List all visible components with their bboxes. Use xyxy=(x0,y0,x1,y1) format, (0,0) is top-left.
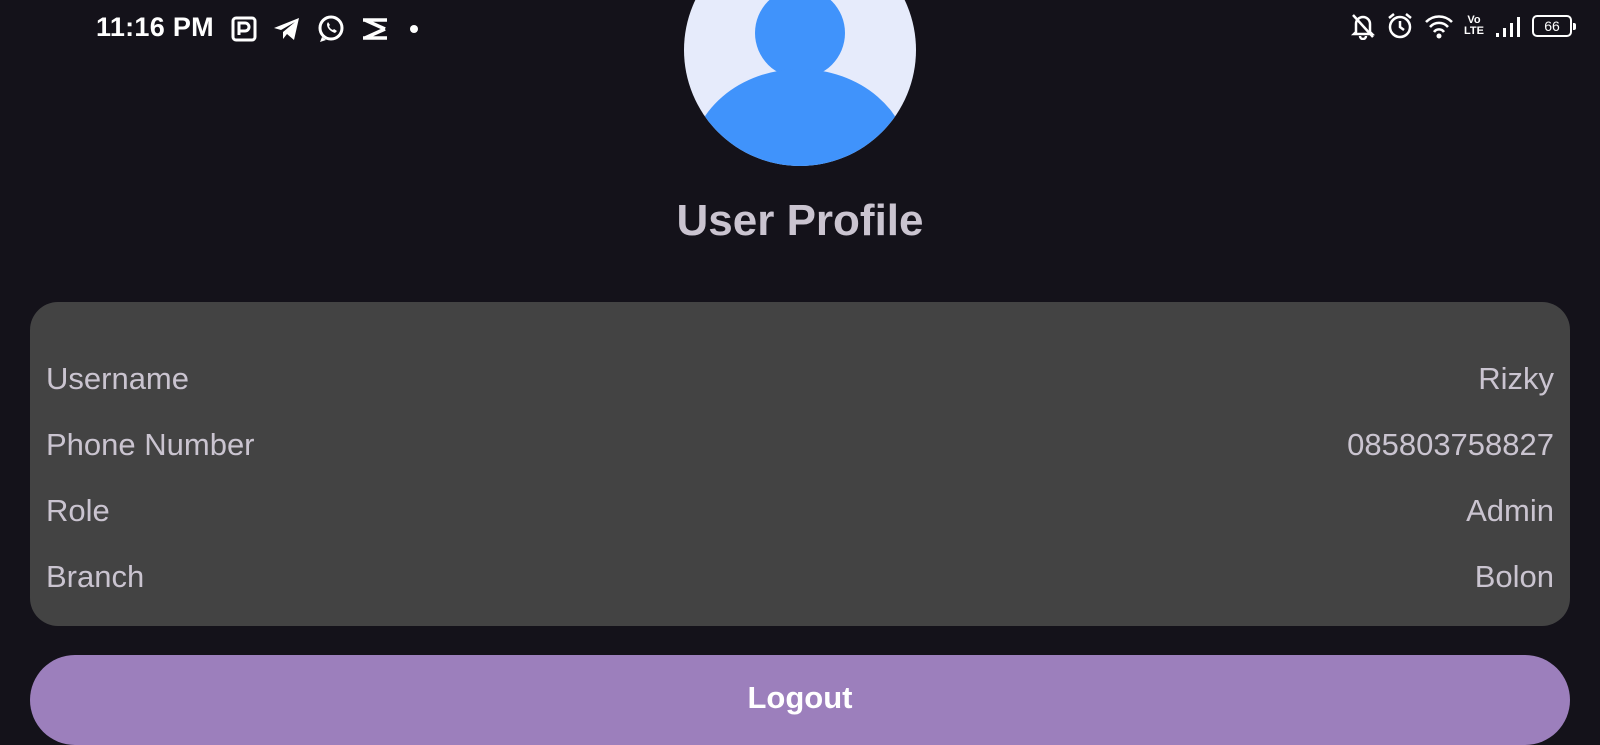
phone-number-row: Phone Number 085803758827 xyxy=(30,412,1570,478)
username-value: Rizky xyxy=(1478,361,1554,396)
page-title: User Profile xyxy=(676,196,924,245)
capcut-icon xyxy=(360,16,390,42)
battery-icon: 66 xyxy=(1532,15,1576,37)
avatar-body-shape xyxy=(690,69,910,166)
branch-value: Bolon xyxy=(1474,559,1554,594)
signal-icon xyxy=(1494,13,1522,39)
profile-info-card: Username Rizky Phone Number 085803758827… xyxy=(30,302,1570,626)
branch-row: Branch Bolon xyxy=(30,544,1570,610)
avatar-head-shape xyxy=(755,0,845,78)
telegram-icon xyxy=(272,15,302,43)
phone-number-label: Phone Number xyxy=(46,427,255,462)
avatar xyxy=(684,0,916,166)
dot-icon xyxy=(404,15,424,43)
role-label: Role xyxy=(46,493,110,528)
parking-app-icon xyxy=(230,15,258,43)
volte-icon: Vo LTE xyxy=(1464,15,1484,37)
username-row: Username Rizky xyxy=(30,346,1570,412)
logout-button[interactable]: Logout xyxy=(30,655,1570,745)
whatsapp-icon xyxy=(316,14,346,44)
phone-number-value: 085803758827 xyxy=(1347,427,1554,462)
alarm-icon xyxy=(1386,12,1414,40)
volte-bottom-text: LTE xyxy=(1464,25,1484,37)
role-row: Role Admin xyxy=(30,478,1570,544)
branch-label: Branch xyxy=(46,559,145,594)
status-time: 11:16 PM xyxy=(96,12,214,42)
role-value: Admin xyxy=(1466,493,1554,528)
status-system-icons: Vo LTE 66 xyxy=(1350,12,1576,40)
battery-level: 66 xyxy=(1544,18,1560,34)
notifications-off-icon xyxy=(1350,12,1376,40)
wifi-icon xyxy=(1424,12,1454,40)
status-notification-icons xyxy=(230,14,424,44)
username-label: Username xyxy=(46,361,189,396)
